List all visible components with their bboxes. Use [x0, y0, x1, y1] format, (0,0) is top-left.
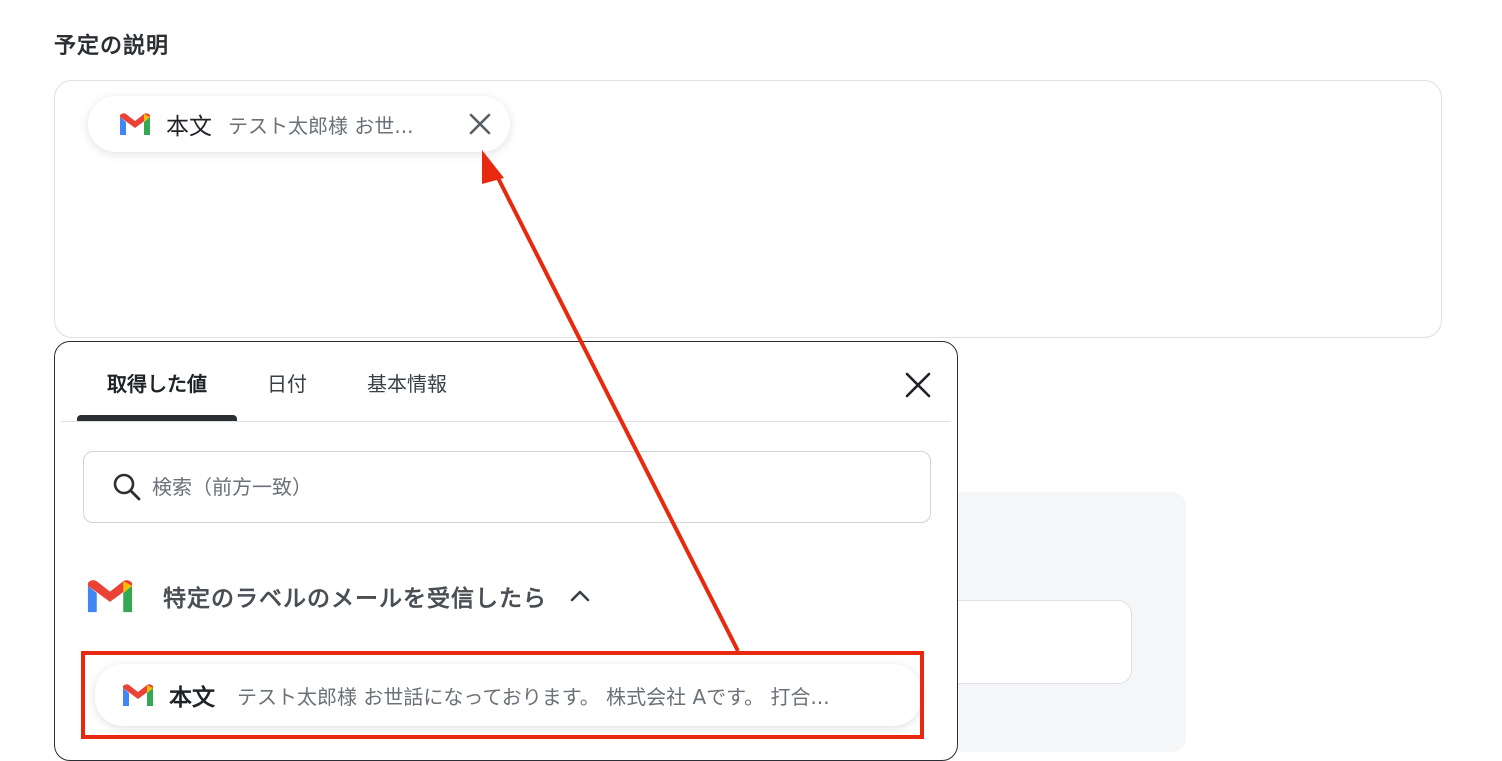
- gmail-icon: [87, 580, 133, 613]
- tab-acquired-values[interactable]: 取得した値: [77, 342, 237, 422]
- tab-basic-info[interactable]: 基本情報: [337, 342, 477, 422]
- background-input: [930, 600, 1132, 684]
- tab-divider: [61, 421, 951, 422]
- search-field[interactable]: [83, 451, 931, 523]
- section-header[interactable]: 特定のラベルのメールを受信したら: [85, 576, 593, 616]
- search-icon: [113, 473, 141, 501]
- chip-value-preview: テスト太郎様 お世...: [228, 113, 414, 138]
- chip-field-name: 本文: [166, 114, 212, 140]
- annotation-highlight-box: [81, 651, 924, 739]
- section-label: 特定のラベルのメールを受信したら: [163, 586, 547, 612]
- tab-date[interactable]: 日付: [237, 342, 337, 422]
- close-icon[interactable]: [903, 370, 933, 400]
- inserted-value-chip[interactable]: 本文 テスト太郎様 お世...: [88, 96, 510, 152]
- remove-chip-icon[interactable]: [466, 110, 494, 138]
- gmail-icon: [120, 113, 150, 135]
- search-input[interactable]: [150, 474, 854, 500]
- chevron-up-icon[interactable]: [569, 584, 593, 608]
- picker-tabs: 取得した値 日付 基本情報: [77, 342, 957, 422]
- field-label: 予定の説明: [54, 34, 170, 59]
